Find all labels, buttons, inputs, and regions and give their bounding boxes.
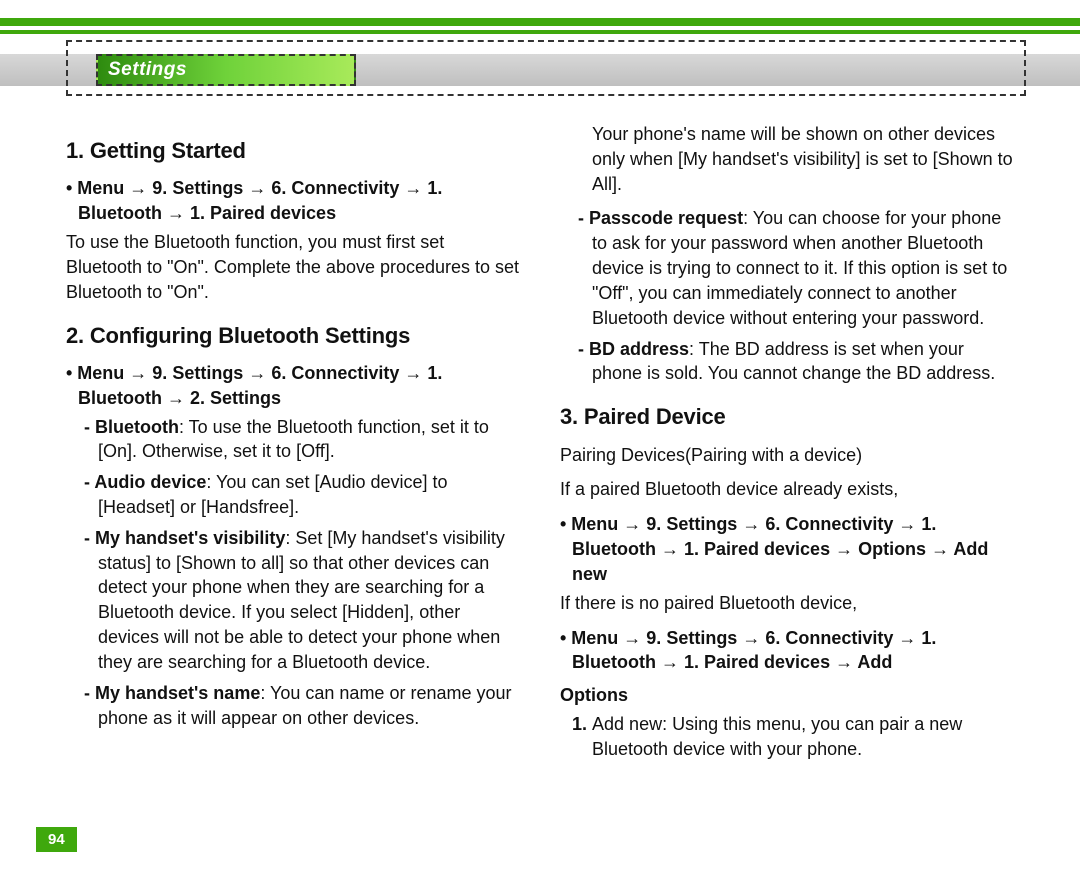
page-body: 1. Getting Started • Menu → 9. Settings …: [36, 100, 1044, 762]
dash-icon: -: [578, 208, 589, 228]
item-number: 1.: [572, 714, 592, 734]
section-3-menu-path-1: • Menu → 9. Settings → 6. Connectivity →…: [560, 512, 1014, 586]
section-1-title: 1. Getting Started: [66, 136, 520, 166]
item-lead: My handset's name: [95, 683, 260, 703]
section-1-menu-path: • Menu → 9. Settings → 6. Connectivity →…: [66, 176, 520, 226]
section-3-menu-path-2: • Menu → 9. Settings → 6. Connectivity →…: [560, 626, 1014, 676]
options-heading: Options: [560, 683, 1014, 708]
section-2-item-visibility: - My handset's visibility: Set [My hands…: [66, 526, 520, 675]
section-2-continued-para: Your phone's name will be shown on other…: [560, 122, 1014, 196]
page-number-badge: 94: [36, 827, 77, 852]
top-green-bar-2: [0, 30, 1080, 34]
item-lead: My handset's visibility: [95, 528, 285, 548]
item-lead: Bluetooth: [95, 417, 179, 437]
item-lead: BD address: [589, 339, 689, 359]
item-lead: Passcode request: [589, 208, 743, 228]
dash-icon: -: [84, 417, 95, 437]
section-2-item-handset-name: - My handset's name: You can name or ren…: [66, 681, 520, 731]
header-tab: Settings: [96, 54, 356, 86]
dash-icon: -: [578, 339, 589, 359]
section-3-line-3: If there is no paired Bluetooth device,: [560, 591, 1014, 616]
left-column: 1. Getting Started • Menu → 9. Settings …: [66, 120, 520, 762]
section-3-title: 3. Paired Device: [560, 402, 1014, 432]
header-strip: Settings: [0, 40, 1080, 100]
header-dashed-left: [66, 40, 68, 96]
right-column: Your phone's name will be shown on other…: [560, 120, 1014, 762]
header-tab-label: Settings: [108, 59, 187, 81]
top-green-bar: [0, 18, 1080, 26]
section-3-line-2: If a paired Bluetooth device already exi…: [560, 477, 1014, 502]
section-2-item-bd-address: - BD address: The BD address is set when…: [560, 337, 1014, 387]
section-3-line-1: Pairing Devices(Pairing with a device): [560, 443, 1014, 468]
dash-icon: -: [84, 528, 95, 548]
item-lead: Add new: [592, 714, 662, 734]
section-2-title: 2. Configuring Bluetooth Settings: [66, 321, 520, 351]
dash-icon: -: [84, 683, 95, 703]
dash-icon: -: [84, 472, 94, 492]
section-2-item-bluetooth: - Bluetooth: To use the Bluetooth functi…: [66, 415, 520, 465]
section-2-item-passcode: - Passcode request: You can choose for y…: [560, 206, 1014, 330]
manual-page: Settings 1. Getting Started • Menu → 9. …: [0, 18, 1080, 882]
section-1-body: To use the Bluetooth function, you must …: [66, 230, 520, 304]
options-item-add-new: 1. Add new: Using this menu, you can pai…: [560, 712, 1014, 762]
section-2-item-audio-device: - Audio device: You can set [Audio devic…: [66, 470, 520, 520]
item-lead: Audio device: [94, 472, 206, 492]
section-2-menu-path: • Menu → 9. Settings → 6. Connectivity →…: [66, 361, 520, 411]
item-body: : Set [My handset's visibility status] t…: [98, 528, 505, 672]
